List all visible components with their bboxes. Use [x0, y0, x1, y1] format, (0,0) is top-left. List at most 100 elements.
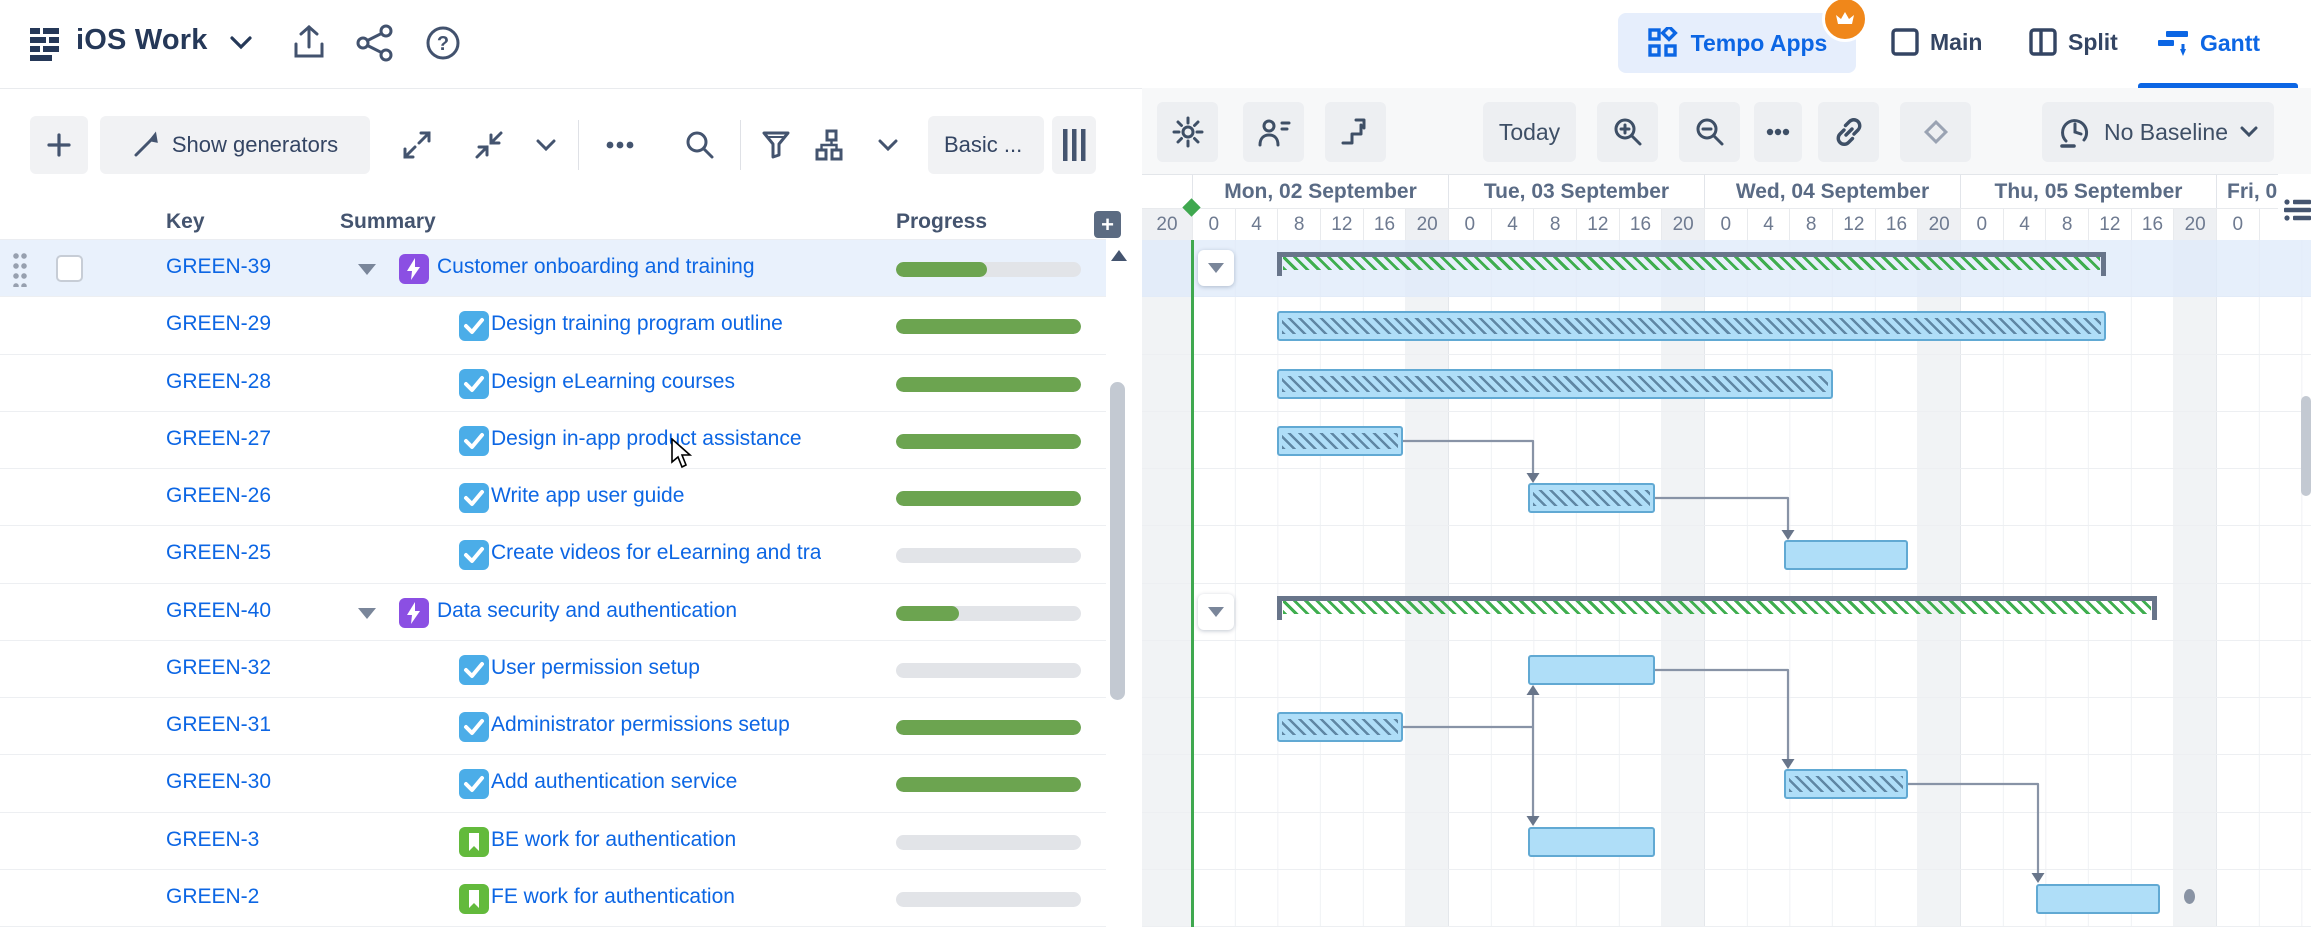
gantt-scrollbar-thumb[interactable] [2301, 396, 2311, 496]
issue-key[interactable]: GREEN-28 [166, 370, 271, 394]
zoom-out-button[interactable] [1679, 102, 1740, 162]
drag-handle[interactable] [12, 251, 28, 287]
table-row[interactable]: GREEN-39 Customer onboarding and training [0, 240, 1106, 297]
table-row[interactable]: GREEN-27 Design in-app product assistance [0, 412, 1106, 469]
issue-key[interactable]: GREEN-39 [166, 255, 271, 279]
issue-summary[interactable]: Administrator permissions setup [491, 713, 790, 737]
view-selector-button[interactable]: Basic ... [928, 116, 1044, 174]
add-column-button[interactable]: + [1094, 211, 1121, 238]
issue-summary[interactable]: Create videos for eLearning and tra [491, 541, 821, 565]
collapse-all-button[interactable] [464, 116, 514, 174]
help-icon[interactable]: ? [424, 24, 462, 62]
task-bar-in-progress[interactable] [1277, 712, 1403, 742]
hour-cell: 8 [1789, 208, 1832, 240]
issue-key[interactable]: GREEN-31 [166, 713, 271, 737]
structure-logo-icon[interactable] [28, 26, 66, 62]
gantt-more-button[interactable] [1754, 102, 1802, 162]
issue-summary[interactable]: User permission setup [491, 656, 700, 680]
link-tasks-button[interactable] [1818, 102, 1879, 162]
table-row[interactable]: GREEN-29 Design training program outline [0, 297, 1106, 354]
issue-key[interactable]: GREEN-29 [166, 312, 271, 336]
table-row[interactable]: GREEN-2 FE work for authentication [0, 870, 1106, 927]
gantt-row-expander[interactable] [1198, 594, 1234, 630]
row-checkbox[interactable] [56, 255, 83, 282]
task-bar-in-progress[interactable] [1277, 369, 1833, 399]
issue-key[interactable]: GREEN-26 [166, 484, 271, 508]
toolbar-chevron-down-icon[interactable] [524, 116, 568, 174]
step-arrow-icon [1340, 116, 1372, 148]
issue-summary[interactable]: BE work for authentication [491, 828, 736, 852]
task-bar[interactable] [1784, 540, 1908, 570]
issue-key[interactable]: GREEN-40 [166, 599, 271, 623]
issue-key[interactable]: GREEN-25 [166, 541, 271, 565]
gantt-autoschedule-button[interactable] [1325, 102, 1386, 162]
task-bar[interactable] [2036, 884, 2160, 914]
group-hierarchy-button[interactable] [806, 116, 856, 174]
issue-type-icon [459, 311, 489, 341]
gantt-row-expander[interactable] [1198, 250, 1234, 286]
collapse-triangle-icon[interactable] [358, 264, 376, 275]
filter-button[interactable] [752, 116, 800, 174]
task-bar-in-progress[interactable] [1784, 769, 1908, 799]
task-bar-in-progress[interactable] [1528, 483, 1655, 513]
issue-summary[interactable]: Customer onboarding and training [437, 255, 755, 279]
title-chevron-down-icon[interactable] [230, 36, 252, 50]
task-bar-in-progress[interactable] [1277, 311, 2106, 341]
hour-cell: 16 [1363, 208, 1406, 240]
group-chevron-down-icon[interactable] [866, 116, 910, 174]
table-row[interactable]: GREEN-28 Design eLearning courses [0, 355, 1106, 412]
tab-gantt[interactable]: Gantt [2156, 27, 2260, 59]
search-button[interactable] [676, 116, 724, 174]
issue-summary[interactable]: Design eLearning courses [491, 370, 735, 394]
column-header-key[interactable]: Key [166, 210, 205, 234]
baseline-selector[interactable]: No Baseline [2042, 102, 2274, 162]
add-item-button[interactable] [30, 116, 88, 174]
issue-summary[interactable]: Data security and authentication [437, 599, 737, 623]
epic-group-bar[interactable] [1277, 596, 2157, 620]
issue-summary[interactable]: Design training program outline [491, 312, 783, 336]
chart-legend-icon[interactable] [2284, 198, 2311, 222]
table-row[interactable]: GREEN-40 Data security and authentication [0, 584, 1106, 641]
table-row[interactable]: GREEN-3 BE work for authentication [0, 813, 1106, 870]
table-row[interactable]: GREEN-25 Create videos for eLearning and … [0, 526, 1106, 583]
task-bar-in-progress[interactable] [1277, 426, 1403, 456]
day-cell: Thu, 05 September [1960, 175, 2216, 208]
issue-summary[interactable]: Add authentication service [491, 770, 737, 794]
collapse-triangle-icon[interactable] [358, 608, 376, 619]
issue-key[interactable]: GREEN-2 [166, 885, 259, 909]
show-generators-button[interactable]: Show generators [100, 116, 370, 174]
more-options-button[interactable] [596, 116, 644, 174]
table-row[interactable]: GREEN-32 User permission setup [0, 641, 1106, 698]
gantt-resources-button[interactable] [1243, 102, 1304, 162]
column-header-summary[interactable]: Summary [340, 210, 436, 234]
issue-key[interactable]: GREEN-27 [166, 427, 271, 451]
table-row[interactable]: GREEN-31 Administrator permissions setup [0, 698, 1106, 755]
expand-all-button[interactable] [392, 116, 442, 174]
columns-button[interactable] [1052, 116, 1096, 174]
table-row[interactable]: GREEN-30 Add authentication service [0, 755, 1106, 812]
tab-split[interactable]: Split [2028, 27, 2118, 57]
issue-key[interactable]: GREEN-32 [166, 656, 271, 680]
issue-summary[interactable]: FE work for authentication [491, 885, 735, 909]
tab-main[interactable]: Main [1890, 27, 1982, 57]
column-header-progress[interactable]: Progress [896, 210, 987, 234]
table-scroll-up-arrow[interactable] [1111, 250, 1127, 261]
today-button[interactable]: Today [1483, 102, 1576, 162]
export-icon[interactable] [292, 24, 326, 62]
milestone-button[interactable] [1900, 102, 1971, 162]
zoom-in-button[interactable] [1597, 102, 1658, 162]
structure-title[interactable]: iOS Work [76, 24, 208, 57]
gantt-settings-button[interactable] [1157, 102, 1218, 162]
epic-group-bar[interactable] [1277, 252, 2106, 276]
issue-summary[interactable]: Write app user guide [491, 484, 684, 508]
progress-bar [896, 663, 1081, 678]
share-icon[interactable] [356, 24, 394, 62]
task-bar[interactable] [1528, 655, 1655, 685]
issue-summary[interactable]: Design in-app product assistance [491, 427, 802, 451]
tempo-apps-button[interactable]: Tempo Apps [1618, 13, 1856, 73]
table-row[interactable]: GREEN-26 Write app user guide [0, 469, 1106, 526]
table-scrollbar-thumb[interactable] [1110, 382, 1125, 700]
issue-key[interactable]: GREEN-30 [166, 770, 271, 794]
task-bar[interactable] [1528, 827, 1655, 857]
issue-key[interactable]: GREEN-3 [166, 828, 259, 852]
